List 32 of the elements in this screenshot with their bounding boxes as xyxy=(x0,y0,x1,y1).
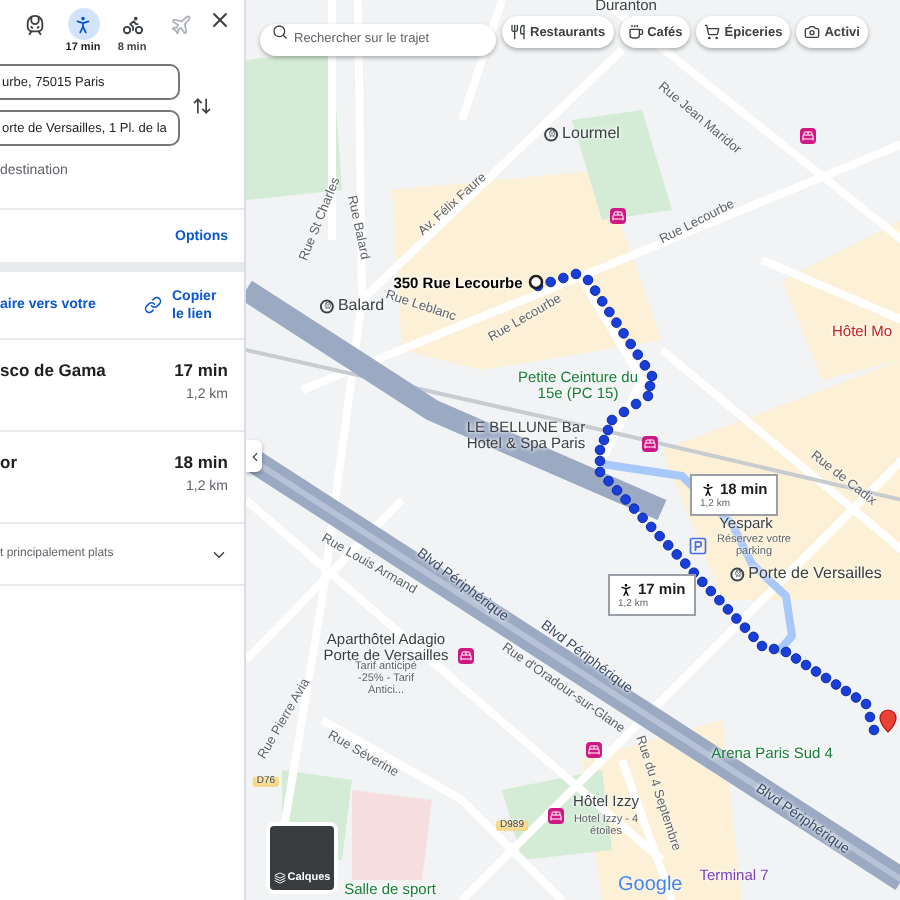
hotel-icon[interactable] xyxy=(586,742,602,758)
swap-button[interactable] xyxy=(192,95,212,115)
search-icon xyxy=(272,24,288,40)
layers-icon xyxy=(273,872,286,884)
station-label: Porte de Versailles xyxy=(748,565,882,583)
destination-pin-icon xyxy=(879,709,897,733)
route-duration: 17 min xyxy=(174,360,228,380)
parking-icon[interactable] xyxy=(688,536,708,556)
bicycle-icon xyxy=(121,13,143,35)
camera-icon xyxy=(804,24,821,40)
hotel-icon[interactable] xyxy=(642,436,658,452)
station-label: Balard xyxy=(337,297,385,315)
route-duration: 18 min xyxy=(174,452,228,472)
hotel-icon[interactable] xyxy=(548,808,564,824)
hotel-icon[interactable] xyxy=(458,648,474,664)
station-label: Lourmel xyxy=(562,125,620,143)
cart-icon xyxy=(704,24,721,40)
hotel-icon[interactable] xyxy=(800,128,816,144)
close-button[interactable] xyxy=(208,8,232,32)
start-point-icon xyxy=(528,274,544,290)
walking-person-icon xyxy=(72,13,94,35)
link-icon xyxy=(144,296,162,314)
hotel-icon[interactable] xyxy=(610,208,626,224)
utensils-icon xyxy=(510,24,526,40)
coffee-cup-icon xyxy=(627,24,644,40)
chevron-left-icon xyxy=(247,449,261,463)
walking-icon xyxy=(700,481,716,497)
collapse-panel-button[interactable] xyxy=(246,440,262,472)
train-icon xyxy=(23,13,45,35)
plane-icon xyxy=(170,13,192,35)
map-logo: Google xyxy=(618,874,683,896)
walking-icon xyxy=(618,581,634,597)
